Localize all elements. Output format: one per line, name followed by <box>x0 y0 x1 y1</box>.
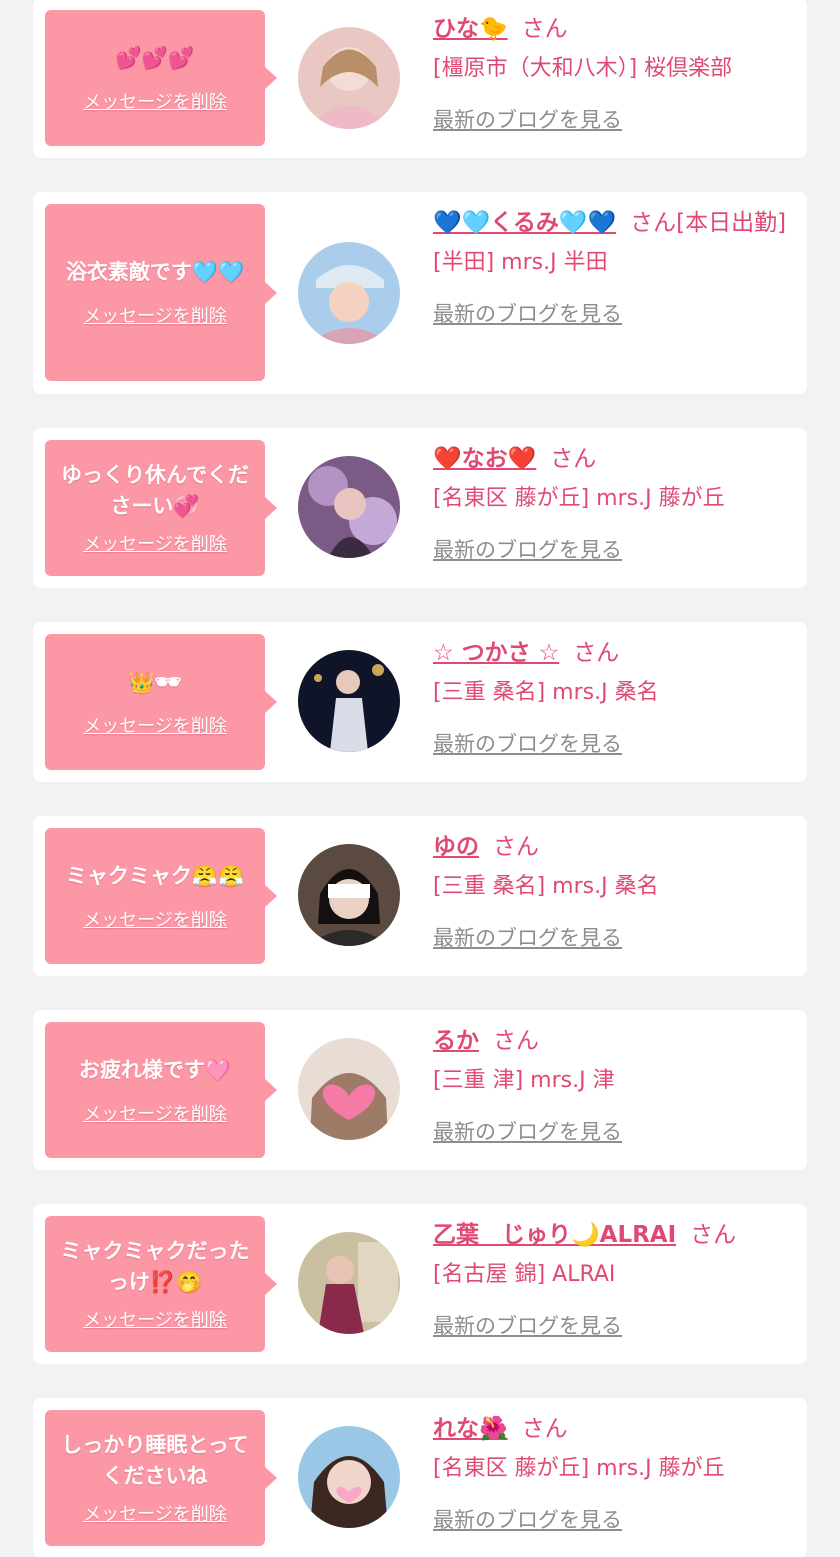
message-text: ミャクミャクだったっけ⁉️🤭 <box>60 1239 250 1294</box>
avatar[interactable] <box>298 844 400 946</box>
latest-blog-link[interactable]: 最新のブログを見る <box>433 298 622 328</box>
sender-name-link[interactable]: ひな🐤 <box>433 16 508 42</box>
sender-info: ゆの さん [三重 桑名] mrs.J 桑名 最新のブログを見る <box>433 828 797 952</box>
message-card: 👑🕶 メッセージを削除 ☆ つかさ ☆ さん [三重 桑名] mrs.J 桑名 最… <box>33 622 807 782</box>
avatar[interactable] <box>298 1232 400 1334</box>
sender-info: るか さん [三重 津] mrs.J 津 最新のブログを見る <box>433 1022 797 1146</box>
avatar-photo-icon <box>298 1232 400 1334</box>
sender-name-link[interactable]: 乙葉 じゅり🌙ALRAI <box>433 1222 676 1248</box>
avatar[interactable] <box>298 1038 400 1140</box>
honorific: さん <box>573 640 620 666</box>
message-card: ゆっくり休んでくださーい💞 メッセージを削除 ❤️なお❤️ さん [名東区 藤が丘… <box>33 428 807 588</box>
shop-label: [三重 津] mrs.J 津 <box>433 1068 615 1093</box>
shop-label: [名東区 藤が丘] mrs.J 藤が丘 <box>433 486 725 511</box>
message-card: ミャクミャク😤😤 メッセージを削除 ゆの さん [三重 桑名] mrs.J 桑名 … <box>33 816 807 976</box>
message-card: ミャクミャクだったっけ⁉️🤭 メッセージを削除 乙葉 じゅり🌙ALRAI さん [… <box>33 1204 807 1364</box>
message-text: お疲れ様です🩷 <box>78 1057 232 1082</box>
message-list: 💕💕💕 メッセージを削除 ひな🐤 さん [橿原市（大和八木）] 桜倶楽部 最新のブ… <box>0 0 840 1557</box>
honorific: さん <box>630 210 677 236</box>
sender-info: ❤️なお❤️ さん [名東区 藤が丘] mrs.J 藤が丘 最新のブログを見る <box>433 440 797 564</box>
avatar-photo-icon <box>298 456 400 558</box>
delete-message-button[interactable]: メッセージを削除 <box>83 1500 227 1526</box>
avatar-photo-icon <box>298 1038 400 1140</box>
avatar-photo-icon <box>298 27 400 129</box>
avatar-photo-icon <box>298 242 400 344</box>
message-bubble: 浴衣素敵です🩵🩵 メッセージを削除 <box>45 204 277 381</box>
message-text: 浴衣素敵です🩵🩵 <box>65 260 245 284</box>
avatar[interactable] <box>298 1426 400 1528</box>
shop-label: [名古屋 錦] ALRAI <box>433 1262 616 1287</box>
message-bubble: ミャクミャク😤😤 メッセージを削除 <box>45 828 277 964</box>
sender-info: ☆ つかさ ☆ さん [三重 桑名] mrs.J 桑名 最新のブログを見る <box>433 634 797 758</box>
delete-message-button[interactable]: メッセージを削除 <box>83 302 227 328</box>
honorific: さん <box>521 1416 568 1442</box>
honorific: さん <box>493 1028 539 1054</box>
message-bubble: ミャクミャクだったっけ⁉️🤭 メッセージを削除 <box>45 1216 277 1352</box>
shop-label: [名東区 藤が丘] mrs.J 藤が丘 <box>433 1456 725 1481</box>
delete-message-button[interactable]: メッセージを削除 <box>83 1100 227 1126</box>
work-status: [本日出勤] <box>676 210 787 236</box>
message-bubble: しっかり睡眠とってくださいね メッセージを削除 <box>45 1410 277 1546</box>
sender-name-link[interactable]: ゆの <box>433 834 479 860</box>
message-card: 💕💕💕 メッセージを削除 ひな🐤 さん [橿原市（大和八木）] 桜倶楽部 最新のブ… <box>33 0 807 158</box>
avatar-photo-icon <box>298 650 400 752</box>
avatar[interactable] <box>298 27 400 129</box>
message-bubble: 💕💕💕 メッセージを削除 <box>45 10 277 146</box>
avatar-photo-icon <box>298 844 400 946</box>
shop-label: [三重 桑名] mrs.J 桑名 <box>433 874 659 899</box>
honorific: さん <box>550 446 597 472</box>
honorific: さん <box>493 834 539 860</box>
message-text: ミャクミャク😤😤 <box>65 863 245 888</box>
delete-message-button[interactable]: メッセージを削除 <box>83 88 227 114</box>
avatar[interactable] <box>298 242 400 344</box>
shop-label: [三重 桑名] mrs.J 桑名 <box>433 680 659 705</box>
latest-blog-link[interactable]: 最新のブログを見る <box>433 1310 622 1340</box>
message-bubble: 👑🕶 メッセージを削除 <box>45 634 277 770</box>
message-text: しっかり睡眠とってくださいね <box>61 1433 249 1488</box>
shop-label: [橿原市（大和八木）] 桜倶楽部 <box>433 56 733 81</box>
message-card: しっかり睡眠とってくださいね メッセージを削除 れな🌺 さん [名東区 藤が丘] … <box>33 1398 807 1557</box>
delete-message-button[interactable]: メッセージを削除 <box>83 712 227 738</box>
sender-info: れな🌺 さん [名東区 藤が丘] mrs.J 藤が丘 最新のブログを見る <box>433 1410 797 1534</box>
latest-blog-link[interactable]: 最新のブログを見る <box>433 534 622 564</box>
sender-name-link[interactable]: ☆ つかさ ☆ <box>433 640 559 666</box>
honorific: さん <box>521 16 568 42</box>
latest-blog-link[interactable]: 最新のブログを見る <box>433 728 622 758</box>
avatar[interactable] <box>298 650 400 752</box>
latest-blog-link[interactable]: 最新のブログを見る <box>433 1116 622 1146</box>
latest-blog-link[interactable]: 最新のブログを見る <box>433 922 622 952</box>
message-card: お疲れ様です🩷 メッセージを削除 るか さん [三重 津] mrs.J 津 最新の… <box>33 1010 807 1170</box>
sender-name-link[interactable]: 💙🩵くるみ🩵💙 <box>433 210 616 236</box>
sender-info: 💙🩵くるみ🩵💙 さん[本日出勤] [半田] mrs.J 半田 最新のブログを見る <box>433 204 797 328</box>
sender-name-link[interactable]: るか <box>433 1028 479 1054</box>
latest-blog-link[interactable]: 最新のブログを見る <box>433 1504 622 1534</box>
sender-info: ひな🐤 さん [橿原市（大和八木）] 桜倶楽部 最新のブログを見る <box>433 10 797 134</box>
message-text: 💕💕💕 <box>115 45 195 70</box>
delete-message-button[interactable]: メッセージを削除 <box>83 1306 227 1332</box>
delete-message-button[interactable]: メッセージを削除 <box>83 906 227 932</box>
message-bubble: ゆっくり休んでくださーい💞 メッセージを削除 <box>45 440 277 576</box>
sender-name-link[interactable]: ❤️なお❤️ <box>433 446 536 472</box>
delete-message-button[interactable]: メッセージを削除 <box>83 530 227 556</box>
avatar[interactable] <box>298 456 400 558</box>
latest-blog-link[interactable]: 最新のブログを見る <box>433 104 622 134</box>
message-text: 👑🕶 <box>128 669 182 694</box>
message-bubble: お疲れ様です🩷 メッセージを削除 <box>45 1022 277 1158</box>
message-text: ゆっくり休んでくださーい💞 <box>61 463 249 518</box>
sender-name-link[interactable]: れな🌺 <box>433 1416 508 1442</box>
message-card: 浴衣素敵です🩵🩵 メッセージを削除 💙🩵くるみ🩵💙 さん[本日出勤] [半田] m… <box>33 192 807 394</box>
sender-info: 乙葉 じゅり🌙ALRAI さん [名古屋 錦] ALRAI 最新のブログを見る <box>433 1216 797 1340</box>
honorific: さん <box>690 1222 737 1248</box>
avatar-photo-icon <box>298 1426 400 1528</box>
shop-label: [半田] mrs.J 半田 <box>433 250 608 275</box>
